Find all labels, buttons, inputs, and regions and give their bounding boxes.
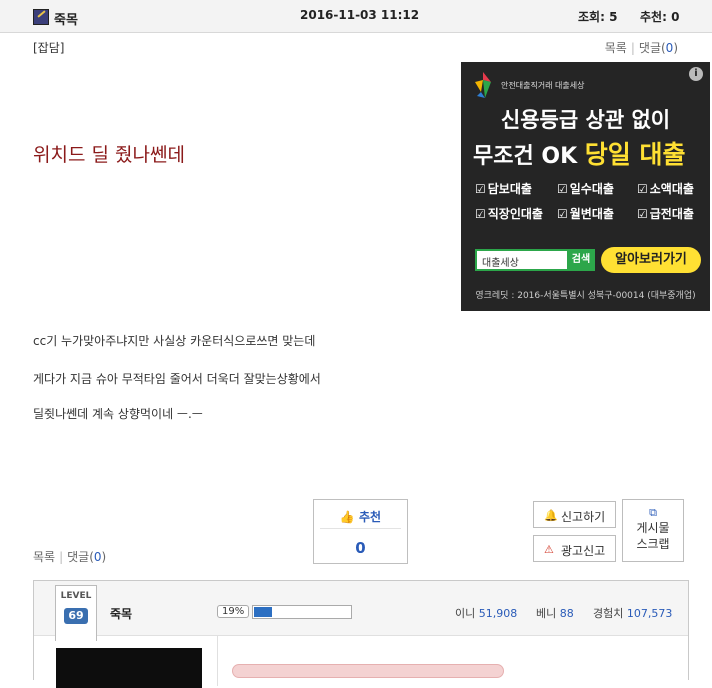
profile-header: 죽목 19% 이니 51,908 베니 88 경험치 107,573 <box>34 581 688 636</box>
loan-advertisement[interactable]: i 안전대출직거래 대출세상 신용등급 상관 없이 무조건 OK 당일 대출 ☑… <box>461 62 710 311</box>
scrap-icon: ⧉ <box>649 506 657 519</box>
ad-report-label: 광고신고 <box>561 544 606 558</box>
level-badge: LEVEL 69 <box>55 585 97 641</box>
info-icon[interactable]: i <box>689 67 703 81</box>
profile-name[interactable]: 죽목 <box>110 605 132 622</box>
ad-cta-button[interactable]: 알아보러가기 <box>601 247 701 273</box>
exp-progress-bar <box>252 605 352 619</box>
author-name[interactable]: 죽목 <box>54 9 78 28</box>
level-label: LEVEL <box>60 591 92 601</box>
divider <box>217 636 218 686</box>
post-category: [잡담] <box>33 41 65 55</box>
ad-footer: 영크레딧 : 2016-서울특별시 성북구-00014 (대부중개업) <box>475 291 696 301</box>
ad-item: ☑ 급전대출 <box>637 207 694 221</box>
ad-item: ☑ 직장인대출 <box>475 207 543 221</box>
exp-percent: 19% <box>217 605 250 618</box>
brand-logo-icon <box>475 72 491 98</box>
comments-link[interactable]: 댓글(0) <box>639 41 678 55</box>
recommend-value: 0 <box>671 10 680 24</box>
ad-headline: 신용등급 상관 없이 <box>500 108 671 132</box>
views-value: 5 <box>609 10 618 24</box>
scrap-button[interactable]: ⧉ 게시물 스크랩 <box>622 499 684 562</box>
ad-item: ☑ 일수대출 <box>557 182 614 196</box>
scrap-label-line1: 게시물 <box>636 521 670 535</box>
checkbox-icon: ☑ <box>475 207 486 221</box>
exp-progress-fill <box>254 607 273 617</box>
thumbs-up-icon: 👍 <box>339 510 355 524</box>
post-datetime: 2016-11-03 11:12 <box>300 8 420 22</box>
recommend-button[interactable]: 👍 추천 0 <box>313 499 408 564</box>
report-label: 신고하기 <box>561 510 606 524</box>
ad-report-button[interactable]: ⚠ 광고신고 <box>533 535 616 562</box>
checkbox-icon: ☑ <box>557 182 568 196</box>
bottom-post-nav: 목록 | 댓글(0) <box>33 548 106 565</box>
post-body-line: 게다가 지금 슈아 무적타임 줄어서 더욱더 잘맞는상황에서 <box>33 372 321 386</box>
profile-tab-bar <box>232 664 504 678</box>
ad-item: ☑ 소액대출 <box>637 182 694 196</box>
ad-item-list: ☑ 담보대출 ☑ 일수대출 ☑ 소액대출 ☑ 직장인대출 ☑ 월변대출 ☑ 급전대출 <box>475 180 705 222</box>
nav-divider: | <box>630 41 635 55</box>
ad-subheadline: 무조건 OK 당일 대출 <box>473 140 686 169</box>
checkbox-icon: ☑ <box>557 207 568 221</box>
recommend-label: 추천: <box>640 10 667 24</box>
views-stat: 조회: 5 <box>578 8 617 25</box>
ad-item: ☑ 담보대출 <box>475 182 532 196</box>
warning-icon: ⚠ <box>544 543 554 556</box>
ad-brand: 안전대출직거래 대출세상 <box>501 81 585 90</box>
scrap-label-line2: 스크랩 <box>636 537 670 551</box>
checkbox-icon: ☑ <box>637 182 648 196</box>
bell-icon: 🔔 <box>544 509 558 522</box>
recommend-count: 0 <box>355 539 366 557</box>
exp-stat: 경험치 107,573 <box>593 607 673 620</box>
author-profile: 죽목 19% 이니 51,908 베니 88 경험치 107,573 LEVEL… <box>33 580 689 688</box>
user-icon <box>33 9 49 25</box>
views-label: 조회: <box>578 10 605 24</box>
list-link[interactable]: 목록 <box>605 41 627 55</box>
post-body-line: cc기 누가맞아주냐지만 사실상 카운터식으로쓰면 맞는데 <box>33 334 316 348</box>
nav-divider: | <box>59 550 64 564</box>
recommend-label: 👍 추천 <box>339 510 382 524</box>
list-link[interactable]: 목록 <box>33 550 55 564</box>
level-number: 69 <box>64 608 88 624</box>
comments-link[interactable]: 댓글(0) <box>67 550 106 564</box>
post-body-line: 딜쥣나쎈데 계속 상향먹이네 ㅡ.ㅡ <box>33 407 203 421</box>
avatar <box>56 648 202 688</box>
recommend-stat: 추천: 0 <box>640 8 679 25</box>
beni-stat: 베니 88 <box>536 607 574 620</box>
checkbox-icon: ☑ <box>637 207 648 221</box>
post-title: 위치드 딜 줬나쎈데 <box>33 144 185 166</box>
ad-search-button[interactable]: 검색 <box>567 249 595 271</box>
ad-item: ☑ 월변대출 <box>557 207 614 221</box>
top-post-nav: 목록 | 댓글(0) <box>605 39 678 56</box>
post-header-bar: 죽목 2016-11-03 11:12 조회: 5 추천: 0 <box>0 0 712 33</box>
divider <box>320 528 401 529</box>
report-button[interactable]: 🔔 신고하기 <box>533 501 616 528</box>
checkbox-icon: ☑ <box>475 182 486 196</box>
money-stat: 이니 51,908 <box>455 607 518 620</box>
